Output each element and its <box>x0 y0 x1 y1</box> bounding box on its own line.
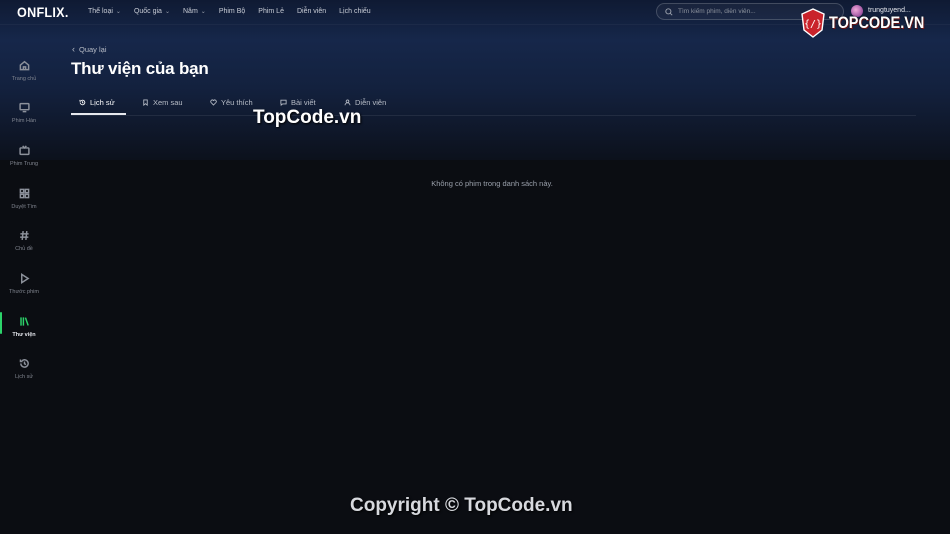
active-tab-underline <box>71 113 126 115</box>
tab-favorites[interactable]: Yêu thích <box>210 98 253 107</box>
active-indicator <box>0 312 2 334</box>
nav-item-country[interactable]: Quốc gia ⌄ <box>134 8 170 15</box>
brand-logo[interactable]: ONFLIX. <box>17 4 69 20</box>
nav-item-actors[interactable]: Diễn viên <box>297 8 326 15</box>
play-icon <box>20 273 30 284</box>
chevron-down-icon: ⌄ <box>164 9 170 15</box>
chevron-down-icon: ⌄ <box>200 9 206 15</box>
sidebar-item-reels[interactable]: Thước phim <box>0 273 48 309</box>
sidebar-item-chinese[interactable]: Phim Trung <box>0 145 48 181</box>
nav-item-series[interactable]: Phim Bộ <box>219 8 245 15</box>
nav-item-movies[interactable]: Phim Lẻ <box>258 8 284 15</box>
back-link[interactable]: ‹ Quay lại <box>72 44 107 54</box>
search-icon <box>665 7 673 16</box>
library-icon <box>19 317 29 326</box>
tab-posts[interactable]: Bài viết <box>280 98 316 107</box>
empty-state-message: Không có phim trong danh sách này. <box>431 179 553 188</box>
tab-history[interactable]: Lịch sử <box>79 98 115 107</box>
page-title: Thư viện của bạn <box>71 59 209 78</box>
sidebar-item-library[interactable]: Thư viện <box>0 312 48 352</box>
sidebar-item-topics[interactable]: Chủ đề <box>0 230 48 266</box>
copyright-watermark: Copyright © TopCode.vn <box>350 495 573 516</box>
tab-actors[interactable]: Diễn viên <box>344 98 386 107</box>
history-icon <box>79 99 86 106</box>
hash-icon <box>19 231 29 240</box>
history-icon <box>19 359 29 368</box>
grid-icon <box>19 188 29 199</box>
watermark-logo-text: TOPCODE.VN <box>829 13 925 32</box>
monitor-icon <box>18 102 30 113</box>
tab-watch-later[interactable]: Xem sau <box>142 98 183 107</box>
nav-item-genre[interactable]: Thể loại ⌄ <box>88 8 121 15</box>
message-icon <box>280 99 287 106</box>
library-tabs: Lịch sử Xem sau Yêu thích Bài viết Diễn … <box>71 95 916 116</box>
watermark-logo: {/} TOPCODE.VN <box>800 8 941 38</box>
chevron-down-icon: ⌄ <box>115 9 121 15</box>
sidebar-item-home[interactable]: Trang chủ <box>0 60 48 96</box>
bookmark-icon <box>143 99 148 106</box>
nav-item-year[interactable]: Năm ⌄ <box>183 8 206 15</box>
heart-icon <box>210 99 217 106</box>
sidebar-item-korean[interactable]: Phim Hàn <box>0 102 48 138</box>
nav-item-schedule[interactable]: Lịch chiếu <box>339 8 371 15</box>
svg-text:{/}: {/} <box>804 19 822 30</box>
topcode-shield-icon: {/} <box>801 8 825 38</box>
tv-icon <box>18 145 30 156</box>
sidebar-item-browse[interactable]: Duyệt Tìm <box>0 188 48 224</box>
sidebar-item-history[interactable]: Lịch sử <box>0 358 48 394</box>
chevron-left-icon: ‹ <box>72 44 75 54</box>
watermark-text: TopCode.vn <box>253 107 362 128</box>
main-menu: Thể loại ⌄ Quốc gia ⌄ Năm ⌄ Phim Bộ Phim Lẻ… <box>88 8 384 15</box>
home-icon <box>19 60 29 71</box>
user-icon <box>344 99 351 106</box>
